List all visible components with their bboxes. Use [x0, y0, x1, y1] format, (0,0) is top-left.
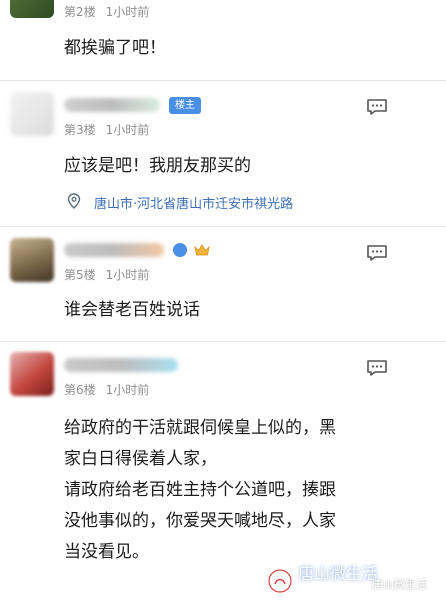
watermark: 唐山微生活 唐山微生活 [268, 564, 440, 594]
verified-icon [173, 243, 187, 257]
post-meta: 第6楼 1小时前 [64, 381, 159, 398]
floor-number: 第2楼 [64, 5, 96, 19]
avatar[interactable] [10, 92, 54, 136]
post-meta: 第5楼 1小时前 [64, 266, 159, 283]
content-line: 没他事似的，你爱哭天喊地尽，人家 [64, 511, 336, 531]
floor-number: 第5楼 [64, 268, 96, 282]
watermark-subtitle: 唐山微生活 [372, 578, 427, 591]
host-badge: 楼主 [169, 97, 201, 114]
content-line: 家白日得侯着人家， [64, 449, 217, 469]
floor-number: 第6楼 [64, 383, 96, 397]
avatar[interactable] [10, 0, 54, 18]
comment-icon[interactable] [366, 98, 388, 116]
comment-icon[interactable] [366, 244, 388, 262]
content-line: 当没看见。 [64, 542, 149, 562]
location-pin-icon [67, 193, 81, 209]
post-time: 1小时前 [105, 123, 150, 137]
post-time: 1小时前 [105, 5, 150, 19]
username-blurred[interactable] [64, 243, 164, 257]
content-line: 谁会替老百姓说话 [64, 300, 200, 320]
post-content: 谁会替老百姓说话 [64, 295, 200, 326]
comment-icon[interactable] [366, 359, 388, 377]
post-time: 1小时前 [105, 268, 150, 282]
post-content: 给政府的干活就跟伺候皇上似的，黑 家白日得侯着人家， 请政府给老百姓主持个公道吧… [64, 413, 336, 568]
content-line: 应该是吧！我朋友那买的 [64, 156, 251, 176]
post-meta: 第2楼 1小时前 [64, 3, 159, 20]
post-meta: 第3楼 1小时前 [64, 121, 159, 138]
username-blurred[interactable] [64, 358, 178, 372]
floor-number: 第3楼 [64, 123, 96, 137]
divider [0, 226, 446, 227]
crown-icon [194, 244, 210, 256]
post-content: 都挨骗了吧！ [64, 33, 166, 64]
location-link[interactable]: 唐山市·河北省唐山市迁安市祺光路 [94, 193, 293, 212]
avatar[interactable] [10, 238, 54, 282]
content-line: 请政府给老百姓主持个公道吧，揍跟 [64, 480, 336, 500]
post-time: 1小时前 [105, 383, 150, 397]
content-line: 都挨骗了吧！ [64, 38, 166, 58]
post-content: 应该是吧！我朋友那买的 [64, 151, 251, 182]
divider [0, 341, 446, 342]
watermark-logo-icon [268, 569, 292, 593]
divider [0, 80, 446, 81]
content-line: 给政府的干活就跟伺候皇上似的，黑 [64, 418, 336, 438]
avatar[interactable] [10, 352, 54, 396]
watermark-title: 唐山微生活 [298, 564, 379, 583]
username-blurred[interactable] [64, 98, 160, 112]
